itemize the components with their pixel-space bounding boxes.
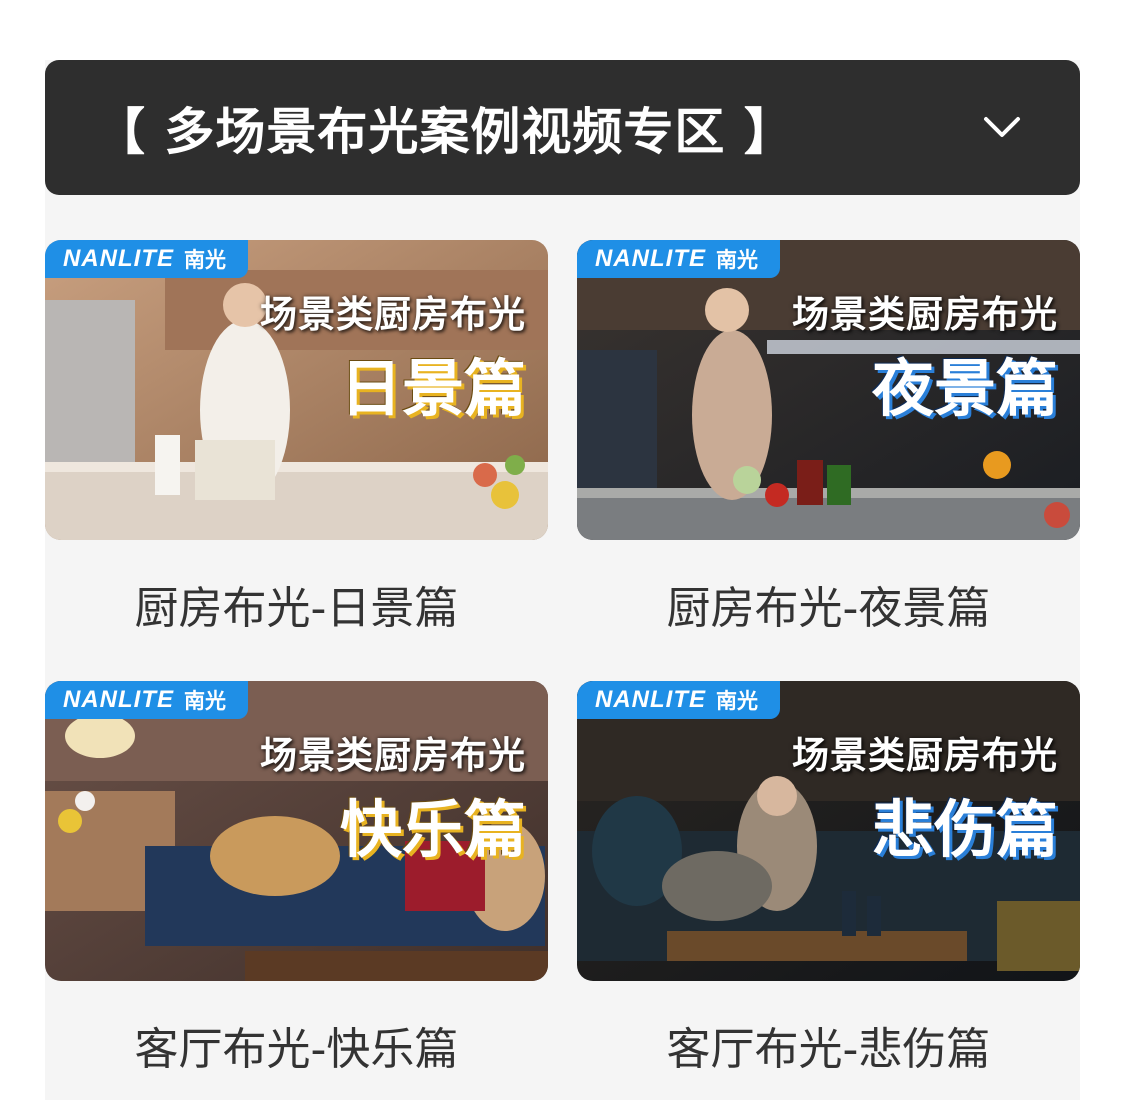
brand-badge: NANLITE 南光 (577, 240, 780, 278)
video-caption[interactable]: 客厅布光-快乐篇 (45, 1013, 548, 1077)
overlay-subtitle: 场景类厨房布光 (792, 734, 1058, 777)
video-thumbnail[interactable]: NANLITE 南光 场景类厨房布光 日景篇 (45, 240, 548, 540)
brand-badge: NANLITE 南光 (577, 681, 780, 719)
video-caption[interactable]: 客厅布光-悲伤篇 (577, 1013, 1080, 1077)
overlay-title: 快乐篇 (339, 793, 526, 866)
video-thumbnail[interactable]: NANLITE 南光 场景类厨房布光 快乐篇 (45, 681, 548, 981)
overlay-title: 日景篇 (339, 352, 526, 425)
video-thumbnail[interactable]: NANLITE 南光 场景类厨房布光 悲伤篇 (577, 681, 1080, 981)
video-card-living-sad[interactable]: NANLITE 南光 场景类厨房布光 悲伤篇 客厅布光-悲伤篇 (577, 681, 1080, 1077)
video-caption[interactable]: 厨房布光-夜景篇 (577, 572, 1080, 636)
brand-logo-text: NANLITE (595, 686, 706, 713)
overlay-subtitle: 场景类厨房布光 (792, 293, 1058, 336)
brand-logo-text: NANLITE (63, 245, 174, 272)
brand-logo-cn: 南光 (716, 689, 758, 713)
video-card-kitchen-night[interactable]: NANLITE 南光 场景类厨房布光 夜景篇 厨房布光-夜景篇 (577, 240, 1080, 636)
overlay-subtitle: 场景类厨房布光 (260, 734, 526, 777)
overlay-title: 悲伤篇 (871, 793, 1058, 866)
brand-logo-cn: 南光 (184, 248, 226, 272)
brand-logo-cn: 南光 (716, 248, 758, 272)
section-title: 【 多场景布光案例视频专区 】 (95, 102, 795, 161)
overlay-subtitle: 场景类厨房布光 (260, 293, 526, 336)
section-header[interactable]: 【 多场景布光案例视频专区 】 (45, 60, 1080, 195)
brand-logo-cn: 南光 (184, 689, 226, 713)
overlay-title: 夜景篇 (871, 352, 1058, 425)
brand-badge: NANLITE 南光 (45, 240, 248, 278)
brand-badge: NANLITE 南光 (45, 681, 248, 719)
video-card-living-happy[interactable]: NANLITE 南光 场景类厨房布光 快乐篇 客厅布光-快乐篇 (45, 681, 548, 1077)
video-thumbnail[interactable]: NANLITE 南光 场景类厨房布光 夜景篇 (577, 240, 1080, 540)
video-caption[interactable]: 厨房布光-日景篇 (45, 572, 548, 636)
chevron-down-icon[interactable] (982, 107, 1022, 147)
brand-logo-text: NANLITE (63, 686, 174, 713)
video-card-kitchen-day[interactable]: NANLITE 南光 场景类厨房布光 日景篇 厨房布光-日景篇 (45, 240, 548, 636)
brand-logo-text: NANLITE (595, 245, 706, 272)
